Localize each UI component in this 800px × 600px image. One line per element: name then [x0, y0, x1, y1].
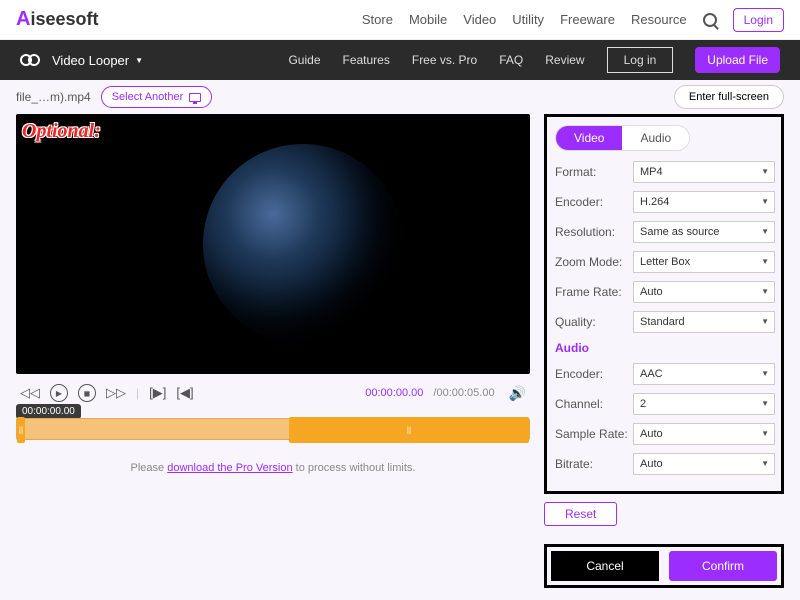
main-area: Optional: ◁◁ ▶ ◼ ▷▷ | [▶] [◀] 00:00:00.0… [0, 114, 800, 600]
play-button[interactable]: ▶ [50, 384, 68, 402]
optional-annotation: Optional: [22, 120, 101, 143]
volume-icon[interactable]: 🔊 [509, 385, 526, 402]
select-channel[interactable]: 2 [633, 393, 775, 415]
player-controls: ◁◁ ▶ ◼ ▷▷ | [▶] [◀] 00:00:00.00 /00:00:0… [16, 374, 530, 412]
nav-video[interactable]: Video [463, 12, 496, 27]
nav-store[interactable]: Store [362, 12, 393, 27]
mark-in-button[interactable]: [▶] [149, 385, 166, 401]
monitor-icon [189, 93, 201, 102]
select-framerate[interactable]: Auto [633, 281, 775, 303]
rewind-button[interactable]: ◁◁ [20, 385, 40, 401]
subnav-login-button[interactable]: Log in [607, 47, 674, 73]
subnav-faq[interactable]: FAQ [499, 53, 523, 67]
audio-section-header: Audio [555, 341, 775, 355]
settings-highlight-box: Video Audio Format:MP4 Encoder:H.264 Res… [544, 114, 784, 494]
select-bitrate[interactable]: Auto [633, 453, 775, 475]
slider-track[interactable]: || || [16, 418, 530, 440]
subnav-guide[interactable]: Guide [288, 53, 320, 67]
top-nav: Aiseesoft Store Mobile Video Utility Fre… [0, 0, 800, 40]
download-pro-link[interactable]: download the Pro Version [167, 462, 292, 474]
label-framerate: Frame Rate: [555, 285, 633, 299]
login-button[interactable]: Login [733, 8, 784, 32]
select-format[interactable]: MP4 [633, 161, 775, 183]
loop-icon [20, 54, 40, 66]
select-another-button[interactable]: Select Another [101, 86, 213, 108]
tool-name-dropdown[interactable]: Video Looper▼ [52, 53, 143, 68]
subnav-links: Guide Features Free vs. Pro FAQ Review L… [288, 47, 780, 73]
tab-video[interactable]: Video [556, 126, 622, 150]
label-samplerate: Sample Rate: [555, 427, 633, 441]
topnav-links: Store Mobile Video Utility Freeware Reso… [362, 8, 784, 32]
tool-subnav: Video Looper▼ Guide Features Free vs. Pr… [0, 40, 800, 80]
settings-panel: Video Audio Format:MP4 Encoder:H.264 Res… [544, 114, 784, 588]
select-resolution[interactable]: Same as source [633, 221, 775, 243]
select-samplerate[interactable]: Auto [633, 423, 775, 445]
label-zoom: Zoom Mode: [555, 255, 633, 269]
nav-utility[interactable]: Utility [512, 12, 544, 27]
subnav-features[interactable]: Features [343, 53, 390, 67]
video-preview[interactable]: Optional: [16, 114, 530, 374]
file-bar: file_…m).mp4 Select Another Enter full-s… [0, 80, 800, 114]
confirm-highlight-box: Cancel Confirm [544, 544, 784, 588]
label-encoder: Encoder: [555, 195, 633, 209]
limits-message: Please download the Pro Version to proce… [16, 462, 530, 474]
label-channel: Channel: [555, 397, 633, 411]
time-total: /00:00:05.00 [433, 387, 494, 399]
reset-button[interactable]: Reset [544, 502, 617, 526]
forward-button[interactable]: ▷▷ [106, 385, 126, 401]
label-quality: Quality: [555, 315, 633, 329]
nav-mobile[interactable]: Mobile [409, 12, 447, 27]
tab-audio[interactable]: Audio [622, 126, 689, 150]
label-format: Format: [555, 165, 633, 179]
chevron-down-icon: ▼ [135, 56, 143, 65]
brand-logo[interactable]: Aiseesoft [16, 8, 98, 31]
search-icon[interactable] [703, 13, 717, 27]
label-resolution: Resolution: [555, 225, 633, 239]
upload-file-button[interactable]: Upload File [695, 47, 780, 73]
time-current: 00:00:00.00 [365, 387, 423, 399]
cancel-button[interactable]: Cancel [551, 551, 659, 581]
slider-handle-end[interactable]: || [289, 417, 529, 443]
subnav-review[interactable]: Review [545, 53, 584, 67]
video-audio-tabs: Video Audio [555, 125, 690, 151]
label-audio-encoder: Encoder: [555, 367, 633, 381]
mark-out-button[interactable]: [◀] [176, 385, 193, 401]
nav-freeware[interactable]: Freeware [560, 12, 615, 27]
slider-time-tag: 00:00:00.00 [16, 404, 81, 419]
video-frame-content [203, 144, 403, 344]
confirm-button[interactable]: Confirm [669, 551, 777, 581]
select-audio-encoder[interactable]: AAC [633, 363, 775, 385]
stop-button[interactable]: ◼ [78, 384, 96, 402]
select-quality[interactable]: Standard [633, 311, 775, 333]
subnav-freevspr[interactable]: Free vs. Pro [412, 53, 477, 67]
fullscreen-button[interactable]: Enter full-screen [674, 85, 784, 109]
current-filename: file_…m).mp4 [16, 90, 91, 104]
loop-slider[interactable]: 00:00:00.00 || || [16, 418, 530, 448]
select-zoom[interactable]: Letter Box [633, 251, 775, 273]
left-panel: Optional: ◁◁ ▶ ◼ ▷▷ | [▶] [◀] 00:00:00.0… [16, 114, 530, 588]
label-bitrate: Bitrate: [555, 457, 633, 471]
select-encoder[interactable]: H.264 [633, 191, 775, 213]
slider-handle-start[interactable]: || [17, 417, 25, 443]
control-divider: | [136, 386, 139, 400]
nav-resource[interactable]: Resource [631, 12, 687, 27]
